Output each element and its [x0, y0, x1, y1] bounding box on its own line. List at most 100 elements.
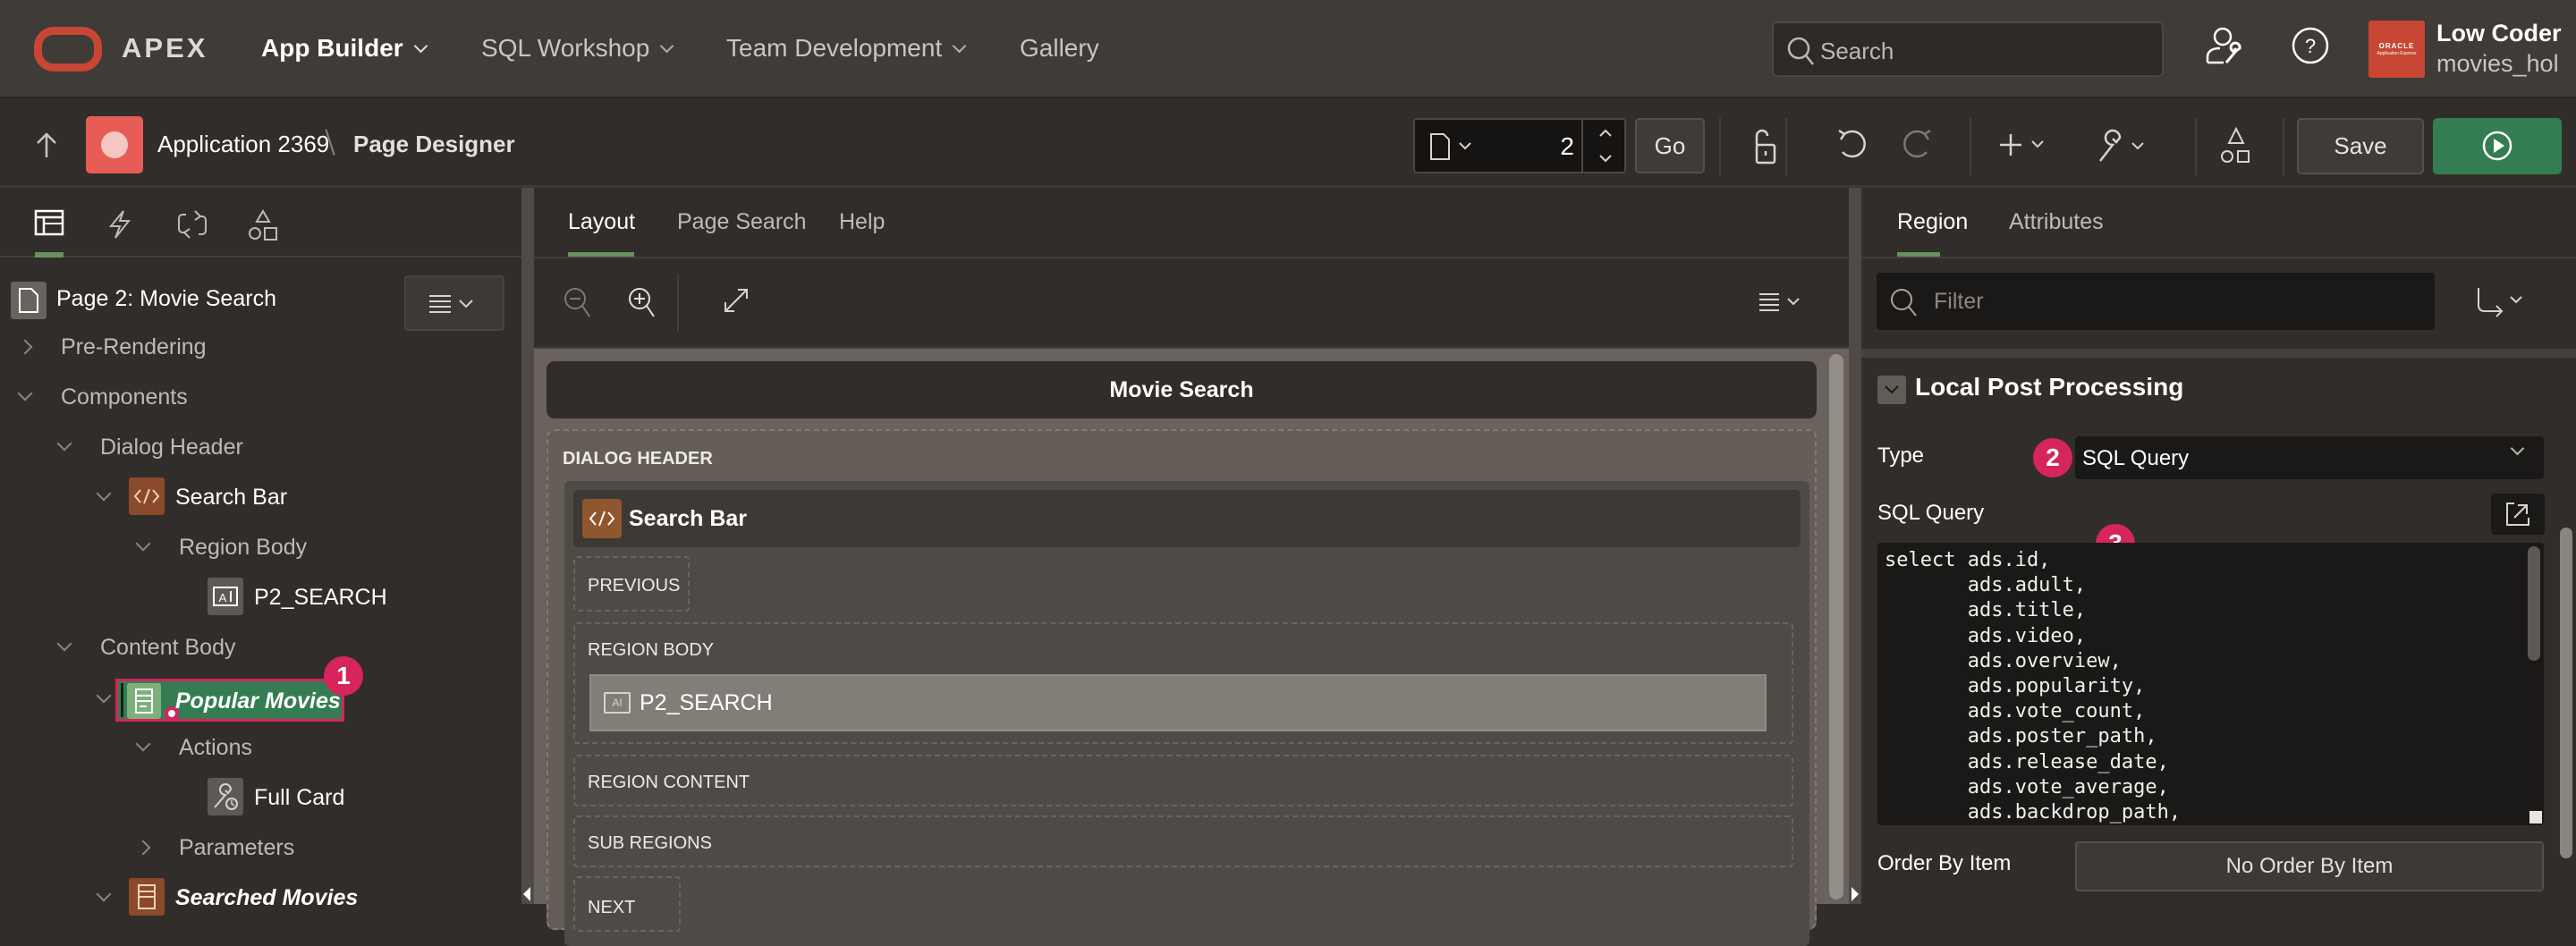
chevron-down-icon[interactable] [135, 736, 151, 752]
app-icon[interactable] [86, 116, 143, 173]
chevron-down-icon[interactable] [96, 486, 112, 502]
property-filter-input[interactable]: Filter [1877, 273, 2435, 330]
editor-scrollbar[interactable] [2528, 546, 2540, 661]
property-scrollbar[interactable] [2560, 528, 2572, 858]
save-and-run-button[interactable] [2433, 118, 2562, 174]
tab-layout[interactable]: Layout [568, 209, 635, 235]
shared-components-icon[interactable] [2220, 127, 2252, 166]
collapse-right-icon[interactable] [1852, 887, 1860, 901]
expand-icon[interactable] [722, 286, 750, 315]
slot-region-content[interactable]: REGION CONTENT [573, 755, 1793, 807]
page-number-input[interactable]: 2 [1538, 132, 1574, 161]
chevron-down-icon[interactable] [56, 435, 72, 452]
resize-handle-icon[interactable] [2529, 811, 2542, 824]
administration-icon[interactable] [2205, 25, 2244, 66]
tree-label: Searched Movies [175, 884, 359, 910]
user-name[interactable]: Low Coder [2436, 20, 2562, 47]
tree-node-p2-search[interactable]: A P2_SEARCH [0, 578, 519, 617]
tree-node-content-body[interactable]: Content Body [0, 628, 519, 667]
brand-name[interactable]: APEX [122, 32, 208, 64]
divider [1719, 118, 1721, 175]
tree-node-parameters[interactable]: Parameters [0, 828, 519, 867]
zoom-in-icon[interactable] [627, 286, 659, 320]
open-code-editor-button[interactable] [2491, 494, 2545, 535]
slot-region-body[interactable]: REGION BODY AI P2_SEARCH [573, 622, 1793, 744]
chevron-down-icon[interactable] [135, 536, 151, 552]
dialog-header-slot[interactable]: DIALOG HEADER Search Bar PREVIOUS REGION… [547, 429, 1817, 946]
page-selector[interactable]: 2 [1413, 118, 1626, 173]
slot-next[interactable]: NEXT [573, 876, 681, 932]
go-button[interactable]: Go [1635, 118, 1705, 173]
order-by-item-button[interactable]: No Order By Item [2075, 841, 2544, 891]
utilities-menu-button[interactable] [2097, 127, 2152, 165]
slot-sub-regions[interactable]: SUB REGIONS [573, 815, 1793, 867]
redo-icon[interactable] [1902, 127, 1932, 163]
tree-node-searched-movies[interactable]: Searched Movies [0, 878, 519, 917]
layout-canvas[interactable]: Movie Search DIALOG HEADER Search Bar PR… [534, 347, 1849, 946]
sql-query-text[interactable]: select ads.id, ads.adult, ads.title, ads… [1885, 548, 2181, 825]
chevron-down-icon[interactable] [96, 688, 112, 704]
go-to-group-button[interactable] [2475, 286, 2527, 318]
chevron-down-icon[interactable] [96, 886, 112, 902]
page-title[interactable]: Page 2: Movie Search [56, 286, 276, 312]
nav-team-development[interactable]: Team Development [726, 34, 967, 63]
search-bar-region[interactable]: Search Bar PREVIOUS REGION BODY AI P2_SE… [564, 481, 1809, 946]
unlock-icon[interactable] [1751, 127, 1780, 165]
tree-label: Content Body [100, 634, 236, 660]
type-select[interactable]: SQL Query [2075, 436, 2544, 479]
global-search-input[interactable]: Search [1772, 21, 2164, 77]
save-button[interactable]: Save [2297, 118, 2424, 174]
tab-help[interactable]: Help [839, 209, 885, 235]
workspace-logo[interactable]: ORACLE Application Express [2368, 21, 2425, 78]
region-header[interactable]: Search Bar [573, 490, 1801, 547]
collapse-left-icon[interactable] [523, 887, 532, 901]
tree-node-components[interactable]: Components [0, 377, 519, 417]
oracle-logo-icon[interactable] [34, 27, 102, 72]
chevron-right-icon[interactable] [135, 840, 151, 856]
tab-processing[interactable] [177, 209, 208, 240]
tab-region[interactable]: Region [1897, 209, 1968, 235]
tree-node-actions[interactable]: Actions [0, 728, 519, 767]
create-menu-button[interactable] [2000, 127, 2054, 163]
chevron-right-icon[interactable] [17, 339, 33, 355]
help-icon[interactable]: ? [2291, 25, 2330, 66]
chevron-down-icon[interactable] [56, 636, 72, 652]
tree-node-full-card[interactable]: Full Card [0, 778, 519, 817]
arrow-up-icon[interactable] [34, 132, 59, 159]
page-item-p2-search[interactable]: AI P2_SEARCH [589, 674, 1767, 731]
divider [677, 274, 679, 331]
spin-arrows-icon[interactable] [1597, 127, 1614, 165]
tree-label: Full Card [254, 784, 345, 810]
breadcrumb-application[interactable]: Application 2369 [157, 131, 329, 158]
tree-menu-button[interactable] [404, 275, 504, 331]
right-splitter[interactable] [1849, 188, 1861, 904]
left-splitter[interactable] [521, 188, 534, 904]
chevron-down-icon [413, 38, 428, 53]
page-spinner[interactable] [1581, 120, 1626, 172]
tab-attributes[interactable]: Attributes [2009, 209, 2104, 235]
tree-node-pre-rendering[interactable]: Pre-Rendering [0, 327, 519, 367]
tab-dynamic-actions[interactable] [107, 209, 132, 240]
section-collapse-toggle[interactable] [1877, 376, 1906, 404]
divider [1970, 118, 1971, 175]
slot-previous[interactable]: PREVIOUS [573, 556, 690, 612]
tab-page-search[interactable]: Page Search [677, 209, 807, 235]
tree-node-region-body[interactable]: Region Body [0, 528, 519, 567]
canvas-scrollbar[interactable] [1829, 354, 1843, 900]
tab-rendering[interactable] [34, 209, 64, 236]
nav-gallery[interactable]: Gallery [1020, 34, 1099, 63]
nav-sql-workshop[interactable]: SQL Workshop [481, 34, 674, 63]
workspace-name[interactable]: movies_hol [2436, 50, 2559, 78]
tree-node-dialog-header[interactable]: Dialog Header [0, 427, 519, 467]
chevron-down-icon[interactable] [17, 385, 33, 401]
nav-app-builder[interactable]: App Builder [261, 34, 428, 63]
tree-node-search-bar[interactable]: Search Bar [0, 477, 519, 517]
zoom-out-icon[interactable] [563, 286, 595, 320]
sql-query-editor[interactable]: select ads.id, ads.adult, ads.title, ads… [1877, 543, 2544, 825]
nav-label: Team Development [726, 34, 943, 62]
layout-menu-button[interactable] [1759, 291, 1809, 313]
selection-bar [121, 683, 123, 717]
tree-node-popular-movies[interactable]: Popular Movies [115, 679, 344, 722]
tab-shared-components[interactable] [249, 209, 279, 241]
undo-icon[interactable] [1837, 127, 1868, 163]
